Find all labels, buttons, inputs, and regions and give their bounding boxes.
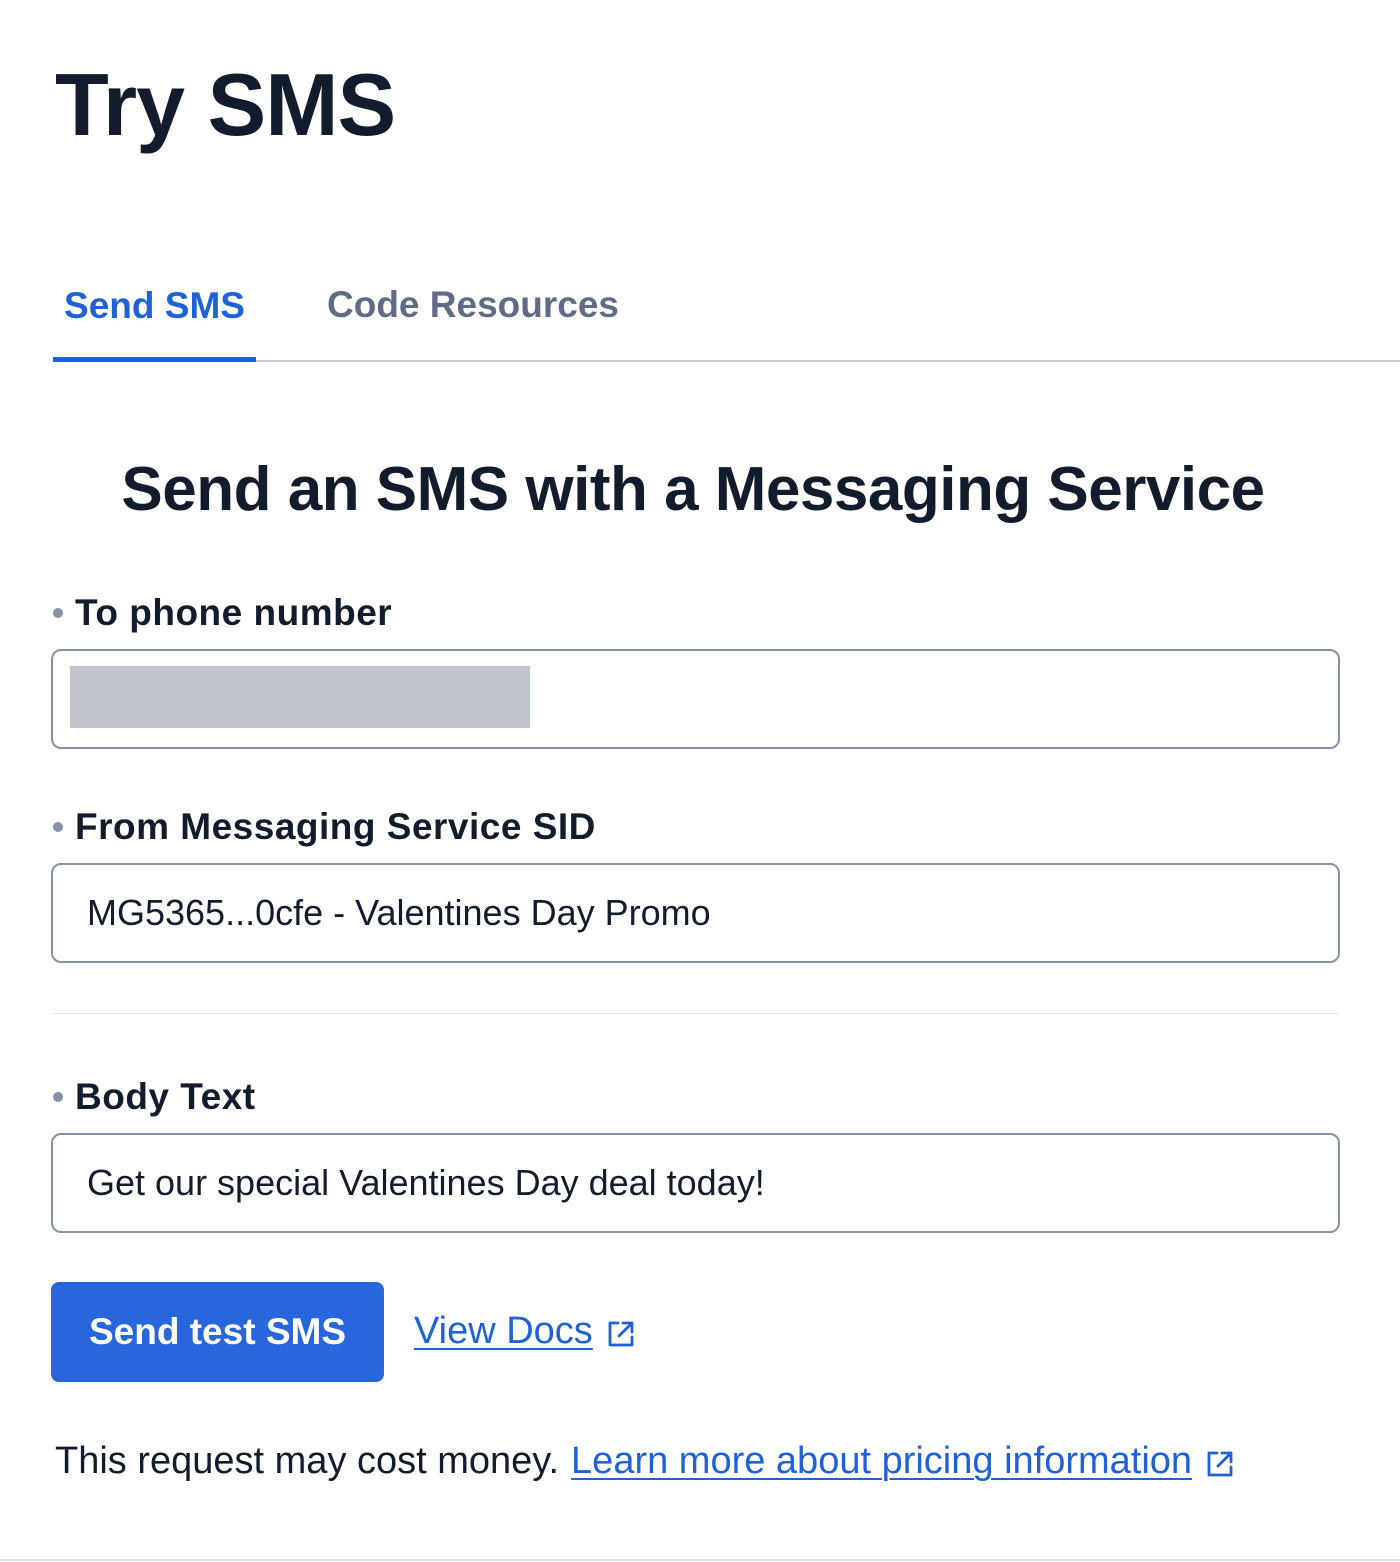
to-phone-label-text: To phone number [75, 592, 393, 633]
bottom-border [0, 1559, 1400, 1561]
cost-notice: This request may cost money. Learn more … [55, 1435, 1236, 1487]
body-text-label: Body Text [53, 1076, 256, 1118]
required-dot-icon [53, 1092, 63, 1102]
required-dot-icon [53, 608, 63, 618]
pricing-info-link[interactable]: Learn more about pricing information [571, 1435, 1236, 1487]
redacted-phone-value [70, 666, 530, 728]
body-text-label-text: Body Text [75, 1076, 256, 1117]
form-heading: Send an SMS with a Messaging Service [121, 455, 1265, 524]
send-test-sms-button[interactable]: Send test SMS [51, 1282, 384, 1382]
from-service-input[interactable]: MG5365...0cfe - Valentines Day Promo [51, 863, 1340, 963]
view-docs-link-text: View Docs [414, 1310, 593, 1352]
divider [53, 1013, 1338, 1014]
body-text-input[interactable]: Get our special Valentines Day deal toda… [51, 1133, 1340, 1233]
view-docs-link[interactable]: View Docs [414, 1305, 637, 1357]
pricing-info-link-text: Learn more about pricing information [571, 1440, 1193, 1482]
to-phone-input[interactable] [51, 649, 1340, 749]
to-phone-label: To phone number [53, 592, 392, 634]
tab-code-resources[interactable]: Code Resources [323, 250, 623, 360]
tab-list: Send SMS Code Resources [53, 250, 1400, 362]
external-link-icon [608, 1321, 634, 1347]
external-link-icon [1207, 1451, 1233, 1477]
from-service-value: MG5365...0cfe - Valentines Day Promo [87, 892, 711, 933]
page-title: Try SMS [55, 55, 396, 154]
cost-notice-text: This request may cost money. [55, 1440, 560, 1482]
body-text-value: Get our special Valentines Day deal toda… [87, 1162, 765, 1203]
tab-send-sms[interactable]: Send SMS [53, 250, 256, 362]
from-service-label: From Messaging Service SID [53, 806, 596, 848]
from-service-label-text: From Messaging Service SID [75, 806, 596, 847]
required-dot-icon [53, 822, 63, 832]
